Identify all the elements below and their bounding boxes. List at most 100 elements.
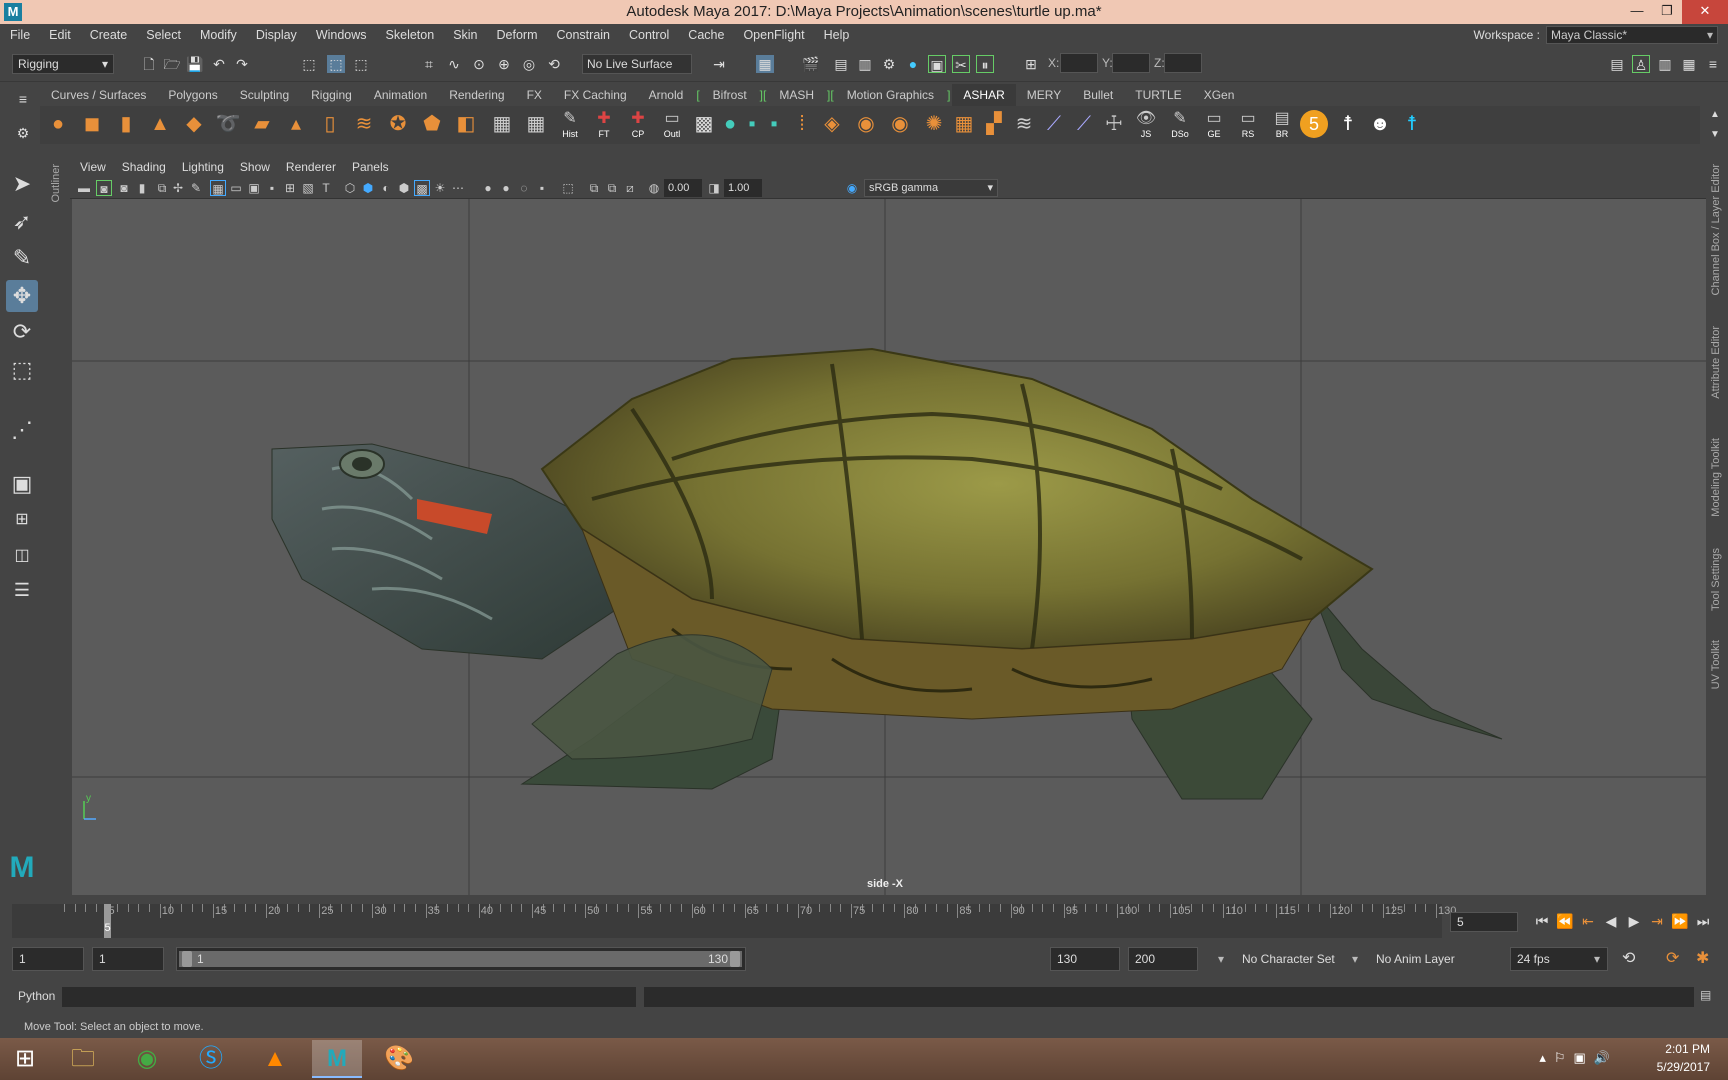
volume-icon[interactable]: 🔊: [1594, 1050, 1610, 1066]
panel-menu-show[interactable]: Show: [240, 160, 270, 174]
use-all-lights-icon[interactable]: ☀: [432, 180, 448, 196]
minimize-icon[interactable]: —: [1622, 0, 1652, 24]
menu-help[interactable]: Help: [824, 28, 850, 42]
select-object-icon[interactable]: ⬚: [327, 55, 345, 73]
outl-button[interactable]: ▭ Outl: [658, 110, 686, 142]
poly-cylinder-icon[interactable]: ▮: [112, 110, 140, 140]
lights-icon[interactable]: ▩: [414, 180, 430, 196]
hist-button[interactable]: ✎ Hist: [556, 110, 584, 142]
panel-menu-panels[interactable]: Panels: [352, 160, 389, 174]
render-settings-icon[interactable]: ⚙: [880, 55, 898, 73]
view-transform-dropdown[interactable]: sRGB gamma: [864, 179, 998, 197]
panel-menu-renderer[interactable]: Renderer: [286, 160, 336, 174]
field-chart-icon[interactable]: ⊞: [282, 180, 298, 196]
poly-plane-icon[interactable]: ▰: [248, 110, 276, 140]
snap-grid-icon[interactable]: ⌗: [420, 55, 438, 73]
arnold-render-icon[interactable]: ▣: [928, 55, 946, 73]
br-button[interactable]: ▤ BR: [1268, 110, 1296, 142]
poly-pipe-icon[interactable]: ▯: [316, 110, 344, 140]
poly-pyramid-icon[interactable]: ▴: [282, 110, 310, 140]
menu-skeleton[interactable]: Skeleton: [386, 28, 435, 42]
xray-joints-icon[interactable]: ⧉: [604, 180, 620, 196]
scale-tool-icon[interactable]: ⬚: [6, 354, 38, 386]
outliner-tab[interactable]: Outliner: [50, 164, 62, 203]
menu-create[interactable]: Create: [90, 28, 128, 42]
anim-layer-icon[interactable]: ▾: [1352, 947, 1358, 971]
skype-icon[interactable]: Ⓢ: [186, 1040, 236, 1078]
play-backwards-icon[interactable]: ◀: [1601, 910, 1621, 932]
save-scene-icon[interactable]: 💾: [186, 55, 204, 73]
poly-helix-icon[interactable]: ➰: [214, 110, 242, 140]
2d-pan-icon[interactable]: ✢: [170, 180, 186, 196]
shelf-scroll-up-icon[interactable]: ▲: [1706, 106, 1724, 124]
menu-windows[interactable]: Windows: [316, 28, 367, 42]
bookmark-icon[interactable]: ▮: [134, 180, 150, 196]
select-hierarchy-icon[interactable]: ⬚: [300, 55, 318, 73]
menu-display[interactable]: Display: [256, 28, 297, 42]
menu-deform[interactable]: Deform: [497, 28, 538, 42]
color-management-icon[interactable]: ◉: [844, 180, 860, 196]
taskbar-clock[interactable]: 2:01 PM 5/29/2017: [1657, 1040, 1710, 1076]
xray-icon[interactable]: ⧉: [586, 180, 602, 196]
tab-bifrost[interactable]: Bifrost: [702, 84, 758, 106]
panel-menu-lighting[interactable]: Lighting: [182, 160, 224, 174]
last-tool-icon[interactable]: ⋰: [6, 414, 38, 446]
wireframe-icon[interactable]: ⬡: [342, 180, 358, 196]
tab-rigging[interactable]: Rigging: [300, 84, 363, 106]
tab-motion-graphics[interactable]: Motion Graphics: [836, 84, 945, 106]
input-output-icon[interactable]: ⇥: [710, 55, 728, 73]
tool-settings-tab[interactable]: Tool Settings: [1710, 548, 1722, 611]
checker-icon[interactable]: ▩: [690, 110, 718, 140]
multi-cut-icon[interactable]: ▦: [488, 110, 516, 140]
tab-fx-caching[interactable]: FX Caching: [553, 84, 638, 106]
uv-layout-icon[interactable]: ▪: [760, 110, 788, 140]
snap-curve-icon[interactable]: ∿: [445, 55, 463, 73]
five-icon[interactable]: 5: [1300, 110, 1328, 138]
poly-cone-icon[interactable]: ▲: [146, 110, 174, 140]
resolution-gate-icon[interactable]: ▣: [246, 180, 262, 196]
arnold-ipr-icon[interactable]: ✂: [952, 55, 970, 73]
step-forward-frame-icon[interactable]: ⏩: [1670, 910, 1690, 932]
menu-constrain[interactable]: Constrain: [557, 28, 611, 42]
go-to-start-icon[interactable]: ⏮: [1532, 910, 1552, 932]
grid-icon[interactable]: ▦: [210, 180, 226, 196]
paint-select-tool-icon[interactable]: ✎: [6, 242, 38, 274]
ik-handle-icon[interactable]: ◈: [818, 110, 846, 140]
tab-curves-surfaces[interactable]: Curves / Surfaces: [40, 84, 157, 106]
poly-prism-icon[interactable]: ◧: [452, 110, 480, 140]
anti-aliasing-icon[interactable]: ◌: [516, 180, 532, 196]
symmetry-icon[interactable]: ⊞: [1022, 55, 1040, 73]
safe-title-icon[interactable]: T: [318, 180, 334, 196]
current-frame-field[interactable]: 5: [1450, 912, 1518, 932]
tab-bullet[interactable]: Bullet: [1072, 84, 1124, 106]
blend-shape-icon[interactable]: ▞: [980, 110, 1008, 140]
backface-icon[interactable]: ⧄: [622, 180, 638, 196]
snap-point-icon[interactable]: ⊙: [470, 55, 488, 73]
menu-openflight[interactable]: OpenFlight: [743, 28, 804, 42]
gamma-field[interactable]: 1.00: [724, 179, 762, 197]
script-editor-icon[interactable]: ▤: [1700, 988, 1711, 1002]
toggle-channel-box-icon[interactable]: ≡: [1704, 55, 1722, 73]
range-slider[interactable]: 1 130: [176, 947, 746, 971]
film-gate-icon[interactable]: ▭: [228, 180, 244, 196]
js-button[interactable]: 👁 JS: [1132, 110, 1160, 142]
toggle-modeling-toolkit-icon[interactable]: ▤: [1608, 55, 1626, 73]
x-field[interactable]: [1060, 53, 1098, 73]
gamma-icon[interactable]: ◨: [706, 180, 722, 196]
ge-button[interactable]: ▭ GE: [1200, 110, 1228, 142]
chrome-icon[interactable]: ◉: [122, 1040, 172, 1078]
poly-soccer-ball-icon[interactable]: ✪: [384, 110, 412, 140]
grease-pencil-icon[interactable]: ✎: [188, 180, 204, 196]
ipr-render-icon[interactable]: ▥: [856, 55, 874, 73]
skin-bind-icon[interactable]: ◉: [852, 110, 880, 140]
maya-taskbar-icon[interactable]: M: [312, 1040, 362, 1078]
select-component-icon[interactable]: ⬚: [352, 55, 370, 73]
panel-menu-view[interactable]: View: [80, 160, 106, 174]
mirror-joint-icon[interactable]: ⟋: [1040, 110, 1068, 140]
range-start-handle[interactable]: [182, 951, 192, 967]
tab-mery[interactable]: MERY: [1016, 84, 1072, 106]
menu-skin[interactable]: Skin: [453, 28, 477, 42]
cluster-icon[interactable]: ▦: [950, 110, 978, 140]
safe-action-icon[interactable]: ▧: [300, 180, 316, 196]
orient-joint-icon[interactable]: ⟋: [1070, 110, 1098, 140]
